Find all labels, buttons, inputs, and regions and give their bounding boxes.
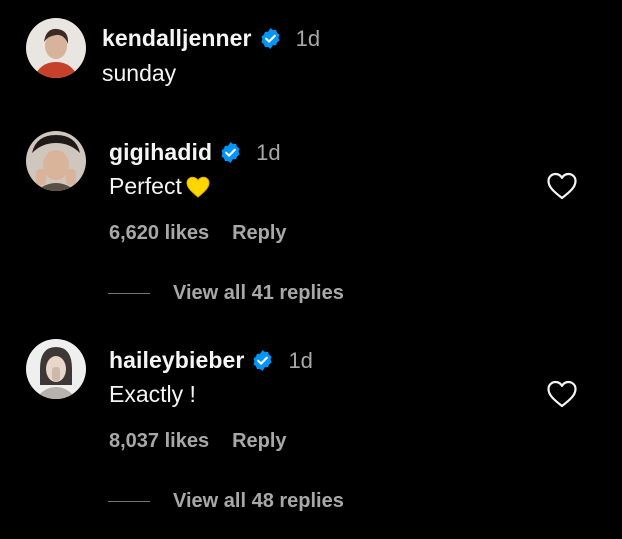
verified-badge-icon — [259, 27, 282, 50]
like-button[interactable] — [546, 379, 578, 409]
view-replies-button[interactable]: View all 48 replies — [108, 490, 344, 513]
heart-outline-icon — [547, 380, 577, 408]
avatar[interactable] — [26, 131, 86, 191]
avatar-haileybieber-icon — [26, 339, 86, 399]
caption-header: kendalljenner 1d — [102, 25, 320, 52]
timestamp: 1d — [256, 139, 281, 165]
view-replies-label: View all 48 replies — [173, 490, 344, 512]
comment-meta: 6,620 likes Reply — [109, 222, 287, 245]
username[interactable]: kendalljenner — [102, 25, 252, 52]
replies-divider-line — [108, 293, 150, 294]
post-caption: kendalljenner 1d sunday — [26, 18, 616, 88]
verified-badge-icon — [219, 141, 242, 164]
comment: haileybieber 1d Exactly ! 8,037 likes Re… — [26, 339, 616, 539]
comment-text: Exactly ! — [109, 381, 196, 408]
like-count[interactable]: 8,037 likes — [109, 430, 209, 453]
reply-button[interactable]: Reply — [232, 430, 286, 453]
comment-header: gigihadid 1d — [109, 139, 281, 166]
avatar[interactable] — [26, 339, 86, 399]
comment-text-content: Exactly ! — [109, 381, 196, 407]
heart-outline-icon — [547, 172, 577, 200]
username[interactable]: haileybieber — [109, 347, 244, 374]
yellow-heart-emoji-icon — [186, 176, 210, 198]
reply-button[interactable]: Reply — [232, 222, 286, 245]
avatar[interactable] — [26, 18, 86, 78]
comment-text: Perfect — [109, 173, 210, 200]
comment-text-content: Perfect — [109, 173, 182, 199]
comment-header: haileybieber 1d — [109, 347, 313, 374]
like-button[interactable] — [546, 171, 578, 201]
comment: gigihadid 1d Perfect 6,620 likes Reply V… — [26, 131, 616, 331]
timestamp: 1d — [295, 25, 321, 51]
caption-text: sunday — [102, 60, 177, 86]
username[interactable]: gigihadid — [109, 139, 212, 166]
timestamp: 1d — [288, 347, 313, 373]
like-count[interactable]: 6,620 likes — [109, 222, 209, 245]
replies-divider-line — [108, 501, 150, 502]
verified-badge-icon — [251, 349, 274, 372]
comment-meta: 8,037 likes Reply — [109, 430, 287, 453]
avatar-kendalljenner-icon — [26, 18, 86, 78]
view-replies-button[interactable]: View all 41 replies — [108, 282, 344, 305]
avatar-gigihadid-icon — [26, 131, 86, 191]
view-replies-label: View all 41 replies — [173, 282, 344, 304]
